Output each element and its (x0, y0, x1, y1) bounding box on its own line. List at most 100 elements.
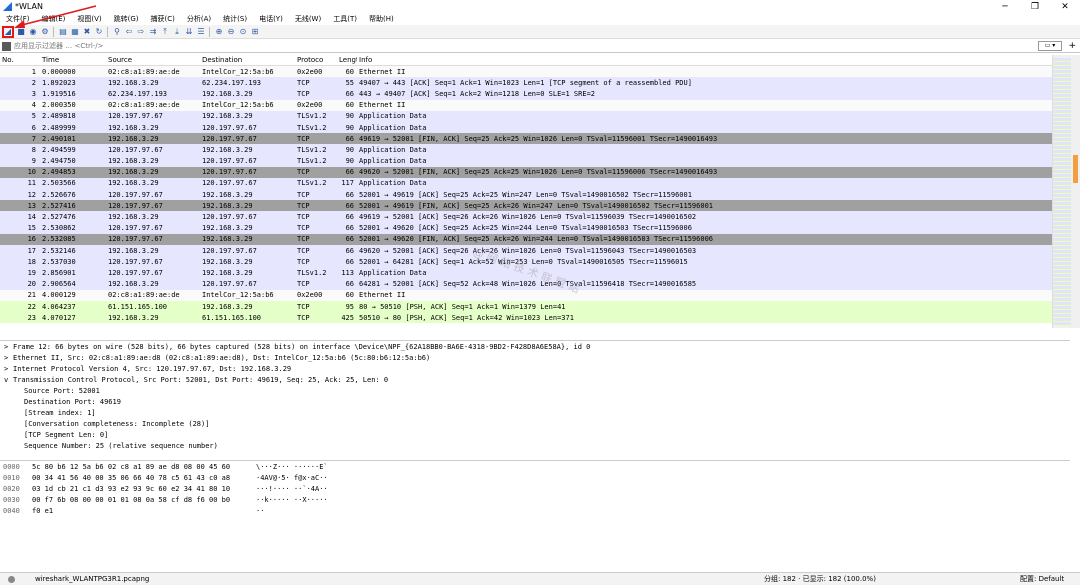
packet-list-scrollbar[interactable] (1052, 55, 1080, 328)
column-time[interactable]: Time (40, 56, 106, 64)
packet-row[interactable]: 19 2.856901 120.197.97.67 192.168.3.29 TLSv1… (0, 267, 1052, 279)
expand-icon[interactable]: > (4, 354, 13, 362)
packet-minimap[interactable] (1053, 58, 1071, 325)
detail-row[interactable]: Sequence Number: 25 (relative sequence n… (0, 441, 1070, 452)
packet-row[interactable]: 23 4.070127 192.168.3.29 61.151.165.100 TCP 4… (0, 312, 1052, 324)
menu-item[interactable]: 电话(Y) (259, 14, 283, 24)
restore-button[interactable]: ❐ (1020, 0, 1050, 13)
packet-row[interactable]: 11 2.503566 192.168.3.29 120.197.97.67 TLSv1… (0, 177, 1052, 190)
menu-item[interactable]: 工具(T) (333, 14, 357, 24)
packet-row[interactable]: 18 2.537030 120.197.97.67 192.168.3.29 TCP 66… (0, 256, 1052, 268)
scroll-thumb[interactable] (1073, 155, 1078, 183)
go-back-icon[interactable]: ⇦ (124, 27, 134, 37)
first-packet-icon[interactable]: ⤒ (160, 27, 170, 37)
detail-row[interactable]: > Internet Protocol Version 4, Src: 120.1… (0, 363, 1070, 374)
detail-row[interactable]: > Ethernet II, Src: 02:c8:a1:89:ae:d8 (02… (0, 352, 1070, 363)
hex-row[interactable]: 0010 00 34 41 56 40 00 35 06 66 40 78 c5 … (0, 472, 1070, 483)
minimize-button[interactable]: ─ (990, 0, 1020, 13)
packet-row[interactable]: 15 2.530862 120.197.97.67 192.168.3.29 TCP 66… (0, 222, 1052, 234)
packet-row[interactable]: 12 2.526676 120.197.97.67 192.168.3.29 TCP 66… (0, 189, 1052, 201)
close-button[interactable]: ✕ (1050, 0, 1080, 13)
packet-row[interactable]: 4 2.000350 02:c8:a1:89:ae:de IntelCor_12:5a… (0, 99, 1052, 111)
packet-proto: TCP (297, 235, 310, 244)
expand-icon[interactable]: > (4, 365, 13, 373)
detail-text: Frame 12: 66 bytes on wire (528 bits), 6… (13, 342, 591, 351)
menu-item[interactable]: 帮助(H) (369, 14, 394, 24)
column-length[interactable]: Lengt (337, 56, 357, 64)
stop-capture-icon[interactable]: ■ (16, 27, 26, 37)
filter-dropdown-button[interactable]: ▭ ▾ (1038, 41, 1062, 51)
go-to-packet-icon[interactable]: ⇉ (148, 27, 158, 37)
column-destination[interactable]: Destination (200, 56, 295, 64)
packet-time: 2.856901 (42, 268, 76, 277)
find-packet-icon[interactable]: ⚲ (112, 27, 122, 37)
detail-row[interactable]: [TCP Segment Len: 0] (0, 430, 1070, 441)
restart-capture-icon[interactable]: ◉ (28, 27, 38, 37)
packet-details: > Frame 12: 66 bytes on wire (528 bits), … (0, 340, 1070, 457)
detail-row[interactable]: Source Port: 52001 (0, 385, 1070, 396)
column-protocol[interactable]: Protoco (295, 56, 337, 64)
packet-row[interactable]: 17 2.532146 192.168.3.29 120.197.97.67 TCP 66… (0, 245, 1052, 257)
packet-row[interactable]: 6 2.489999 192.168.3.29 120.197.97.67 TLSv1.… (0, 121, 1052, 134)
bookmark-icon[interactable] (2, 41, 11, 51)
zoom-normal-icon[interactable]: ⊙ (238, 27, 248, 37)
menu-item[interactable]: 视图(V) (77, 14, 101, 24)
packet-row[interactable]: 8 2.494599 120.197.97.67 192.168.3.29 TLSv1.… (0, 144, 1052, 156)
zoom-out-icon[interactable]: ⊖ (226, 27, 236, 37)
packet-row[interactable]: 7 2.490101 192.168.3.29 120.197.97.67 TCP 66 4… (0, 133, 1052, 145)
detail-row[interactable]: v Transmission Control Protocol, Src Port… (0, 374, 1070, 385)
go-forward-icon[interactable]: ⇨ (136, 27, 146, 37)
last-packet-icon[interactable]: ⤓ (172, 27, 182, 37)
packet-row[interactable]: 20 2.906564 192.168.3.29 120.197.97.67 TCP 66… (0, 278, 1052, 290)
add-filter-button[interactable]: + (1068, 41, 1076, 51)
packet-row[interactable]: 5 2.489818 120.197.97.67 192.168.3.29 TLSv1.… (0, 110, 1052, 122)
zoom-in-icon[interactable]: ⊕ (214, 27, 224, 37)
column-info[interactable]: Info (357, 56, 1047, 64)
display-filter-input[interactable] (14, 42, 914, 50)
detail-row[interactable]: > Frame 12: 66 bytes on wire (528 bits), … (0, 341, 1070, 352)
capture-options-icon[interactable]: ⚙ (40, 27, 50, 37)
menu-item[interactable]: 跳转(G) (114, 14, 139, 24)
menu-item[interactable]: 捕获(C) (151, 14, 175, 24)
hex-row[interactable]: 0040 f0 e1 ·· (0, 505, 1070, 516)
autoscroll-icon[interactable]: ⇊ (184, 27, 194, 37)
hex-row[interactable]: 0030 00 f7 6b 08 00 00 01 01 08 0a 58 cf … (0, 494, 1070, 505)
packet-row[interactable]: 22 4.064237 61.151.165.100 192.168.3.29 TCP 9… (0, 300, 1052, 313)
resize-columns-icon[interactable]: ⊞ (250, 27, 260, 37)
colorize-icon[interactable]: ☰ (196, 27, 206, 37)
close-file-icon[interactable]: ✖ (82, 27, 92, 37)
packet-row[interactable]: 10 2.494853 192.168.3.29 120.197.97.67 TCP 66… (0, 166, 1052, 178)
hex-row[interactable]: 0020 03 1d cb 21 c1 d3 93 e2 93 9c 60 e2 … (0, 483, 1070, 494)
menu-item[interactable]: 统计(S) (223, 14, 247, 24)
reload-file-icon[interactable]: ↻ (94, 27, 104, 37)
expert-info-icon[interactable] (8, 575, 15, 583)
menu-item[interactable]: 文件(F) (6, 14, 30, 24)
detail-row[interactable]: [Conversation completeness: Incomplete (… (0, 419, 1070, 430)
packet-row[interactable]: 3 1.919516 62.234.197.193 192.168.3.29 TCP 66… (0, 88, 1052, 100)
expand-icon[interactable]: > (4, 343, 13, 351)
menu-item[interactable]: 无线(W) (295, 14, 321, 24)
detail-row[interactable]: Destination Port: 49619 (0, 396, 1070, 407)
column-source[interactable]: Source (106, 56, 200, 64)
column-no[interactable]: No. (0, 56, 40, 64)
packet-row[interactable]: 2 1.892023 192.168.3.29 62.234.197.193 TCP 55… (0, 77, 1052, 89)
packet-dst: IntelCor_12:5a:b6 (202, 67, 274, 76)
packet-row[interactable]: 9 2.494750 192.168.3.29 120.197.97.67 TLSv1.… (0, 155, 1052, 167)
packet-row[interactable]: 16 2.532085 120.197.97.67 192.168.3.29 TCP 66… (0, 233, 1052, 245)
detail-row[interactable]: [Stream index: 1] (0, 408, 1070, 419)
open-file-icon[interactable]: ▤ (58, 27, 68, 37)
packet-row[interactable]: 13 2.527416 120.197.97.67 192.168.3.29 TCP 66… (0, 200, 1052, 212)
detail-text: Ethernet II, Src: 02:c8:a1:89:ae:d8 (02:… (13, 353, 431, 362)
profile-label[interactable]: 配置: Default (1020, 574, 1064, 584)
packet-row[interactable]: 14 2.527476 192.168.3.29 120.197.97.67 TCP 66… (0, 211, 1052, 223)
detail-text: Source Port: 52001 (24, 386, 100, 395)
packet-len: 60 (345, 101, 354, 110)
packet-row[interactable]: 1 0.000000 02:c8:a1:89:ae:de IntelCor_12:5a… (0, 66, 1052, 78)
menu-item[interactable]: 编辑(E) (42, 14, 66, 24)
hex-row[interactable]: 0000 5c 80 b6 12 5a b6 02 c8 a1 89 ae d8 … (0, 461, 1070, 472)
save-file-icon[interactable]: ▦ (70, 27, 80, 37)
menu-item[interactable]: 分析(A) (187, 14, 211, 24)
collapse-icon[interactable]: v (4, 376, 13, 384)
start-capture-icon[interactable]: ◢ (2, 25, 14, 38)
packet-row[interactable]: 21 4.000129 02:c8:a1:89:ae:de IntelCor_12:5… (0, 289, 1052, 301)
